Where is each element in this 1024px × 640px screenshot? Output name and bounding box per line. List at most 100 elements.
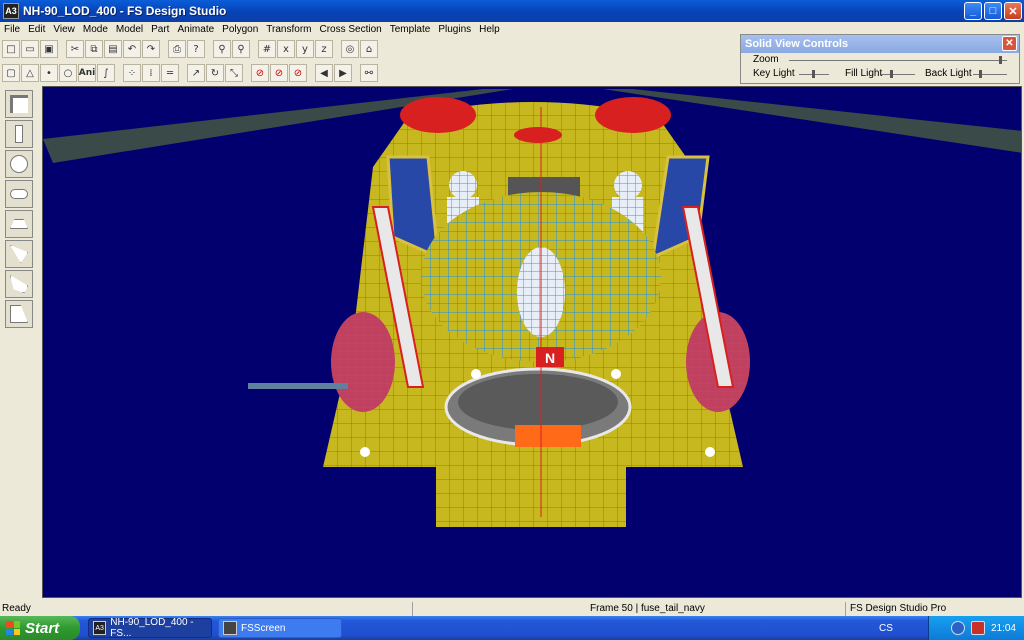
menu-edit[interactable]: Edit [24, 24, 49, 35]
landing-light-left [471, 369, 481, 379]
point-icon[interactable]: • [40, 64, 58, 82]
3d-viewport[interactable]: N [42, 86, 1022, 598]
menu-part[interactable]: Part [147, 24, 173, 35]
tool-ellipse[interactable] [5, 150, 33, 178]
cancel-icon[interactable]: ⊘ [289, 64, 307, 82]
dots-grid-icon[interactable]: ⁞ [142, 64, 160, 82]
print-icon[interactable]: ⎙ [168, 40, 186, 58]
tool-wedge[interactable] [5, 240, 33, 268]
axis-z-icon[interactable]: z [315, 40, 333, 58]
zoom-in-icon[interactable]: ⚲ [213, 40, 231, 58]
cut-icon[interactable]: ✂ [66, 40, 84, 58]
circle-icon[interactable]: ○ [59, 64, 77, 82]
tool-bar[interactable] [5, 120, 33, 148]
network-icon[interactable] [950, 621, 965, 635]
move-icon[interactable]: ↗ [187, 64, 205, 82]
zoom-slider-thumb[interactable] [999, 56, 1003, 64]
triangle-icon[interactable]: △ [21, 64, 39, 82]
back-light-thumb[interactable] [978, 70, 982, 78]
select-icon[interactable]: ▢ [2, 64, 20, 82]
tool-trapezoid[interactable] [5, 210, 33, 238]
fsscreen-app-icon [223, 621, 237, 635]
spline-icon[interactable]: ∫ [97, 64, 115, 82]
tool-capsule[interactable] [5, 180, 33, 208]
panel-close-icon[interactable]: ✕ [1002, 36, 1017, 51]
left-intake [400, 97, 476, 133]
menu-view[interactable]: View [49, 24, 79, 35]
key-light-slider[interactable] [799, 70, 829, 78]
menu-polygon[interactable]: Polygon [218, 24, 262, 35]
open-folder-icon[interactable]: ▭ [21, 40, 39, 58]
axis-y-icon[interactable]: y [296, 40, 314, 58]
menu-plugins[interactable]: Plugins [434, 24, 475, 35]
system-tray: CS 21:04 [879, 616, 1024, 640]
rotate-icon[interactable]: ↻ [206, 64, 224, 82]
prev-frame-icon[interactable]: ◀ [315, 64, 333, 82]
home-icon[interactable]: ⌂ [360, 40, 378, 58]
stop-icon[interactable]: ⊘ [251, 64, 269, 82]
taskbar-item-fsds[interactable]: A3 NH-90_LOD_400 - FS... [88, 617, 212, 639]
view-icon[interactable]: ◎ [341, 40, 359, 58]
copy-icon[interactable]: ⧉ [85, 40, 103, 58]
redo-icon[interactable]: ↷ [142, 40, 160, 58]
landing-light-right [611, 369, 621, 379]
main-toolbar: □ ▭ ▣ ✂ ⧉ ▤ ↶ ↷ ⎙ ? ⚲ ⚲ # x y z ◎ ⌂ [2, 38, 378, 60]
menu-model[interactable]: Model [112, 24, 147, 35]
tool-segment[interactable] [5, 300, 33, 328]
menu-mode[interactable]: Mode [79, 24, 112, 35]
save-icon[interactable]: ▣ [40, 40, 58, 58]
menu-template[interactable]: Template [386, 24, 435, 35]
back-light-slider[interactable] [973, 70, 1007, 78]
axis-x-icon[interactable]: x [277, 40, 295, 58]
undo-icon[interactable]: ↶ [123, 40, 141, 58]
help-icon[interactable]: ? [187, 40, 205, 58]
taskbar-item-fsscreen[interactable]: FSScreen [218, 618, 342, 638]
zoom-label: Zoom [753, 54, 779, 65]
left-sponson [331, 312, 395, 412]
close-button[interactable]: ✕ [1004, 2, 1022, 20]
ruler-icon[interactable]: ═ [161, 64, 179, 82]
menu-help[interactable]: Help [475, 24, 504, 35]
menu-file[interactable]: File [0, 24, 24, 35]
binoculars-icon[interactable]: ⚯ [360, 64, 378, 82]
window-title: NH-90_LOD_400 - FS Design Studio [23, 4, 227, 18]
fill-light-thumb[interactable] [890, 70, 894, 78]
language-indicator[interactable]: CS [879, 623, 893, 634]
taskbar-item-fsds-label: NH-90_LOD_400 - FS... [110, 617, 194, 639]
tool-leaf[interactable] [5, 270, 33, 298]
menu-transform[interactable]: Transform [262, 24, 315, 35]
segment-icon [10, 305, 28, 323]
tool-corner[interactable] [5, 90, 33, 118]
zoom-out-icon[interactable]: ⚲ [232, 40, 250, 58]
fill-light-label: Fill Light [845, 68, 883, 79]
maximize-button[interactable]: □ [984, 2, 1002, 20]
start-button[interactable]: Start [0, 616, 80, 640]
number-icon[interactable]: ⁘ [123, 64, 141, 82]
tail-boom [436, 467, 626, 527]
next-frame-icon[interactable]: ▶ [334, 64, 352, 82]
delete-icon[interactable]: ⊘ [270, 64, 288, 82]
scale-icon[interactable]: ⤡ [225, 64, 243, 82]
clock[interactable]: 21:04 [991, 623, 1016, 634]
paste-icon[interactable]: ▤ [104, 40, 122, 58]
wedge-icon [10, 245, 28, 263]
right-intake [595, 97, 671, 133]
key-light-thumb[interactable] [811, 70, 815, 78]
windows-flag-icon [6, 621, 20, 635]
modeling-toolbar: ▢ △ • ○ Ani ∫ ⁘ ⁞ ═ ↗ ↻ ⤡ ⊘ ⊘ ⊘ ◀ ▶ ⚯ [2, 62, 378, 84]
fsds-app-icon: A3 [93, 621, 107, 635]
belly-light-left [360, 447, 370, 457]
helicopter-model-render: N [43, 89, 1021, 527]
pilot-right-head [614, 171, 642, 199]
grid-icon[interactable]: # [258, 40, 276, 58]
new-file-icon[interactable]: □ [2, 40, 20, 58]
title-bar: A3 NH-90_LOD_400 - FS Design Studio _ □ … [0, 0, 1024, 22]
fill-light-slider[interactable] [881, 70, 915, 78]
animate-button[interactable]: Ani [78, 64, 96, 82]
status-frame: Frame 50 | fuse_tail_navy [590, 603, 705, 614]
menu-animate[interactable]: Animate [173, 24, 218, 35]
security-shield-icon[interactable] [970, 621, 985, 635]
minimize-button[interactable]: _ [964, 2, 982, 20]
menu-cross-section[interactable]: Cross Section [316, 24, 386, 35]
zoom-slider[interactable] [789, 56, 1007, 64]
